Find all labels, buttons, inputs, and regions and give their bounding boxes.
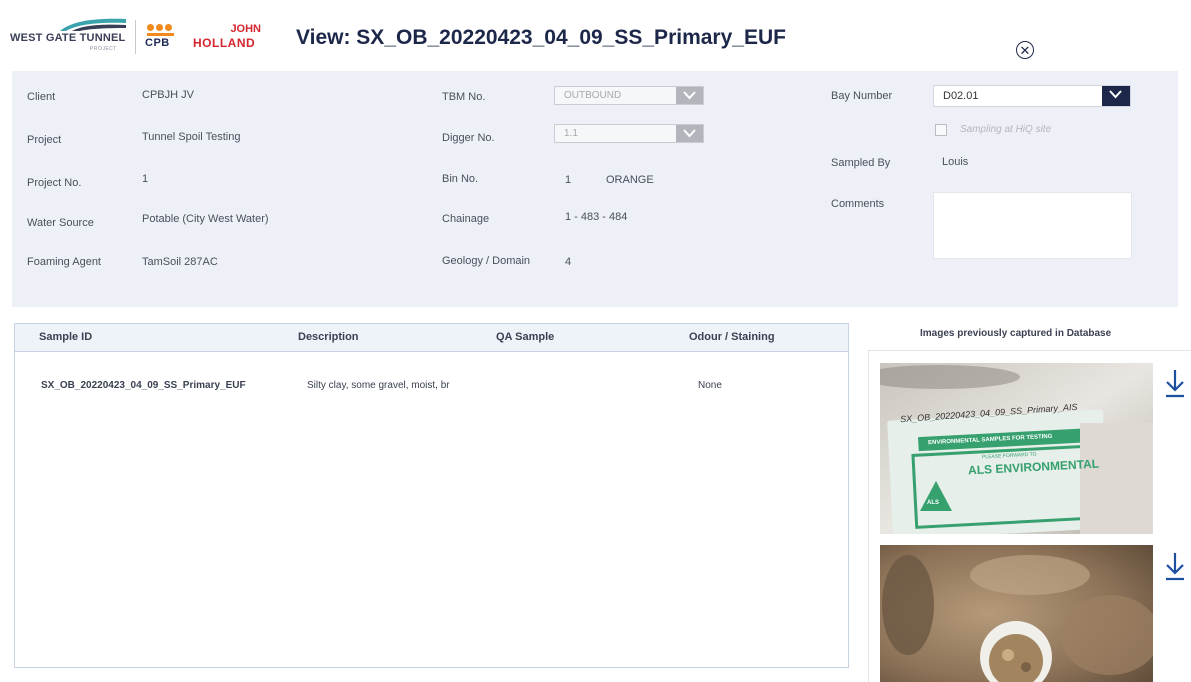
sampled-by-value: Louis	[942, 156, 969, 168]
john-holland-logo: JOHN HOLLAND	[193, 23, 273, 57]
sample-photo-1-image	[880, 363, 1153, 534]
page-title: View: SX_OB_20220423_04_09_SS_Primary_EU…	[296, 26, 786, 49]
jh-logo-line1: JOHN	[230, 23, 261, 35]
digger-select: 1.1	[554, 124, 704, 143]
bin-color-value: ORANGE	[606, 174, 654, 186]
logo-divider	[135, 20, 136, 54]
chevron-down-icon	[676, 125, 703, 142]
cell-description: Silty clay, some gravel, moist, br	[307, 380, 450, 391]
download-icon[interactable]	[1164, 368, 1186, 398]
digger-label: Digger No.	[442, 132, 495, 144]
project-no-value: 1	[142, 173, 149, 185]
bin-label: Bin No.	[442, 173, 479, 185]
geology-value: 4	[565, 256, 572, 268]
tbm-select-value: OUTBOUND	[564, 90, 622, 101]
foaming-agent-value: TamSoil 287AC	[142, 256, 218, 268]
bay-number-label: Bay Number	[831, 90, 893, 102]
sampled-by-label: Sampled By	[831, 157, 891, 169]
project-value: Tunnel Spoil Testing	[142, 131, 241, 143]
water-source-label: Water Source	[27, 217, 94, 229]
col-qa-sample[interactable]: QA Sample	[496, 331, 554, 343]
wgt-swoosh-icon	[60, 18, 126, 31]
col-description[interactable]: Description	[298, 331, 359, 343]
digger-select-value: 1.1	[564, 128, 578, 139]
chainage-value: 1 - 483 - 484	[565, 211, 628, 223]
photo-label-logo: ALS	[927, 500, 939, 506]
wgt-logo-subtext: PROJECT	[90, 46, 117, 52]
comments-textarea[interactable]	[933, 192, 1132, 259]
bin-value: 1	[565, 174, 572, 186]
chevron-down-icon[interactable]	[1102, 86, 1130, 106]
download-icon[interactable]	[1164, 551, 1186, 581]
wgt-logo-text: WEST GATE TUNNEL	[10, 32, 126, 44]
cpb-logo: CPB	[145, 24, 177, 54]
west-gate-tunnel-logo: WEST GATE TUNNEL PROJECT	[10, 16, 128, 56]
samples-table: Sample ID Description QA Sample Odour / …	[14, 323, 849, 668]
geology-label: Geology / Domain	[442, 255, 531, 267]
client-label: Client	[27, 91, 56, 103]
tbm-select: OUTBOUND	[554, 86, 704, 105]
sampling-hiq-checkbox[interactable]	[935, 124, 947, 136]
images-header: Images previously captured in Database	[920, 328, 1112, 339]
col-sample-id[interactable]: Sample ID	[39, 331, 92, 343]
sample-photo-1[interactable]: SX_OB_20220423_04_09_SS_Primary_AIS ENVI…	[880, 363, 1153, 534]
bay-number-value: D02.01	[943, 90, 979, 102]
project-no-label: Project No.	[27, 177, 82, 189]
cell-sample-id: SX_OB_20220423_04_09_SS_Primary_EUF	[41, 380, 246, 391]
chainage-label: Chainage	[442, 213, 490, 225]
close-icon[interactable]: ✕	[1016, 41, 1034, 59]
client-value: CPBJH JV	[142, 89, 194, 101]
table-header: Sample ID Description QA Sample Odour / …	[15, 324, 848, 352]
sampling-hiq-label: Sampling at HiQ site	[960, 124, 1052, 135]
water-source-value: Potable (City West Water)	[142, 213, 269, 225]
sample-photo-2[interactable]	[880, 545, 1153, 682]
jh-logo-line2: HOLLAND	[193, 36, 256, 50]
chevron-down-icon	[676, 87, 703, 104]
foaming-agent-label: Foaming Agent	[27, 256, 101, 268]
tbm-label: TBM No.	[442, 91, 486, 103]
col-odour-staining[interactable]: Odour / Staining	[689, 331, 775, 343]
cpb-logo-text: CPB	[145, 37, 170, 49]
project-label: Project	[27, 134, 62, 146]
comments-label: Comments	[831, 198, 885, 210]
sample-photo-2-image	[880, 545, 1153, 682]
bay-number-select[interactable]: D02.01	[933, 85, 1131, 107]
cell-odour-staining: None	[698, 380, 722, 391]
